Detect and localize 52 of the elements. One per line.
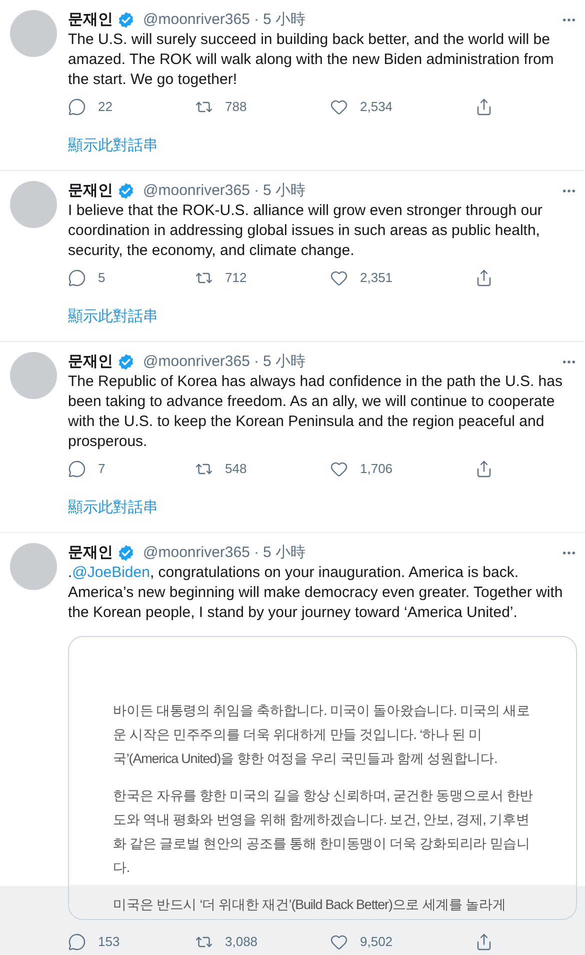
tweet-text: The Republic of Korea has always had confidence in the path the U.S. has been taking to advance freedom. As an ally, we will continue to cooperate with the U.S. to keep the Korean Peninsula and the region peaceful and prosperous. — [68, 372, 564, 452]
reply-icon[interactable] — [68, 933, 86, 951]
count-label: 548 — [225, 460, 247, 478]
tweet-text: The U.S. will surely succeed in building back better, and the world will be amazed. The ROK will walk along with the new Biden administration from the start. We go together! — [68, 30, 555, 90]
image-paragraph: 한국은 자유를 향한 미국의 길을 항상 신뢰하며, 굳건한 동맹으로서 한반도와 역내 평화와 번영을 위해 함께하겠습니다. 보건, 안보, 경제, 기후변화 같은 글로벌 현안의 공조를 통해 한미동맹이 더욱 강화되리라 믿습니다. — [113, 787, 534, 877]
separator-dot: · — [254, 180, 259, 201]
count-label: 7 — [98, 460, 106, 478]
user-name[interactable]: 문재인 — [68, 180, 113, 202]
share-icon[interactable] — [475, 933, 493, 951]
image-paragraph: 바이든 대통령의 취임을 축하합니다. 미국이 돌아왔습니다. 미국의 새로운 시작은 민주주의를 더욱 위대하게 만들 것입니다. ‘하나 된 미국’(America United)을 향한 여정을 우리 국민들과 함께 성원합니다. — [113, 702, 531, 768]
user-handle[interactable]: @moonriver365 — [143, 542, 250, 564]
user-name[interactable]: 문재인 — [68, 350, 113, 374]
share-icon[interactable] — [475, 460, 493, 478]
separator-dot: · — [254, 542, 259, 563]
share-icon[interactable] — [475, 98, 493, 116]
separator-dot: · — [254, 352, 259, 372]
count-label: 788 — [225, 98, 247, 116]
like-icon[interactable] — [330, 269, 348, 287]
show-thread-link[interactable]: 顯示此對話串 — [68, 137, 158, 154]
count-label: 153 — [98, 933, 120, 952]
timestamp[interactable]: 5 小時 — [262, 542, 306, 564]
timestamp[interactable]: 5 小時 — [262, 180, 306, 202]
user-handle[interactable]: @moonriver365 — [143, 350, 250, 374]
count-label: 9,502 — [360, 933, 393, 952]
image-paragraph: 미국은 반드시 ‘더 위대한 재건’(Build Back Better)으로 세계를 놀라게 — [113, 896, 507, 914]
tweet-text: .@JoeBiden, congratulations on your inauguration. America is back. America’s new beginning will make democracy even greater. Together with the Korean people, I stand by your journey toward ‘America United’. — [68, 563, 564, 623]
reply-icon[interactable] — [68, 269, 86, 287]
count-label: 22 — [98, 98, 112, 116]
tweet-text: I believe that the ROK-U.S. alliance will grow even stronger through our coordination in addressing global issues in such areas as public health, security, the economy, and climate change. — [68, 201, 544, 261]
show-thread-link[interactable]: 顯示此對話串 — [68, 499, 158, 516]
count-label: 5 — [98, 269, 106, 288]
timestamp[interactable]: 5 小時 — [262, 8, 306, 32]
mention-link[interactable]: @JoeBiden — [72, 564, 150, 581]
count-label: 2,351 — [360, 269, 393, 288]
like-icon[interactable] — [330, 933, 348, 951]
reply-icon[interactable] — [68, 460, 86, 478]
like-icon[interactable] — [330, 98, 348, 116]
image-card[interactable] — [68, 636, 577, 920]
user-handle[interactable]: @moonriver365 — [143, 180, 250, 202]
user-name[interactable]: 문재인 — [68, 8, 113, 32]
timestamp[interactable]: 5 小時 — [262, 350, 306, 374]
count-label: 1,706 — [360, 460, 393, 478]
count-label: 712 — [225, 269, 247, 288]
user-handle[interactable]: @moonriver365 — [143, 8, 250, 32]
count-label: 2,534 — [360, 98, 393, 116]
user-name[interactable]: 문재인 — [68, 542, 113, 564]
reply-icon[interactable] — [68, 98, 86, 116]
like-icon[interactable] — [330, 460, 348, 478]
count-label: 3,088 — [225, 933, 258, 952]
share-icon[interactable] — [475, 269, 493, 287]
show-thread-link[interactable]: 顯示此對話串 — [68, 308, 158, 325]
separator-dot: · — [254, 10, 259, 30]
